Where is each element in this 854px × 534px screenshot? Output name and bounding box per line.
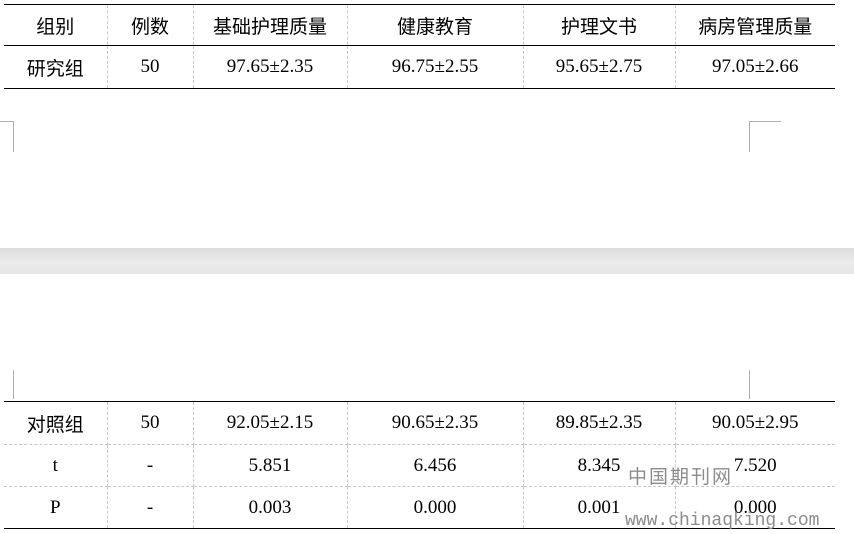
table-cell: P [4, 486, 108, 529]
header-cell-group: 组别 [4, 4, 108, 46]
table-cell: 96.75±2.55 [346, 45, 524, 89]
table-cell: 97.65±2.35 [192, 45, 348, 89]
page-break-separator [0, 248, 854, 274]
table-cell: 0.003 [192, 486, 348, 529]
table-cell: 89.85±2.35 [522, 401, 676, 445]
table-cell: 90.05±2.95 [674, 401, 835, 445]
header-cell-basic-care: 基础护理质量 [192, 4, 348, 46]
table-cell: 6.456 [346, 444, 524, 487]
data-table-top: 组别 例数 基础护理质量 健康教育 护理文书 病房管理质量 研究组 50 97.… [4, 4, 835, 89]
table-cell: - [106, 444, 194, 487]
table-cell: 0.000 [346, 486, 524, 529]
table-header-row: 组别 例数 基础护理质量 健康教育 护理文书 病房管理质量 [4, 4, 835, 46]
crop-mark [13, 370, 14, 399]
header-cell-health-education: 健康教育 [346, 4, 524, 46]
header-cell-ward-management: 病房管理质量 [674, 4, 835, 46]
crop-mark [749, 370, 750, 399]
table-cell: 90.65±2.35 [346, 401, 524, 445]
table-row: 研究组 50 97.65±2.35 96.75±2.55 95.65±2.75 … [4, 45, 835, 89]
table-row: 对照组 50 92.05±2.15 90.65±2.35 89.85±2.35 … [4, 401, 835, 445]
crop-mark [749, 121, 781, 152]
table-cell: - [106, 486, 194, 529]
table-cell: 50 [106, 45, 194, 89]
table-cell: 对照组 [4, 401, 108, 445]
watermark-url: www.chinaqking.com [625, 511, 820, 531]
table-cell: 研究组 [4, 45, 108, 89]
header-cell-cases: 例数 [106, 4, 194, 46]
crop-mark [0, 121, 14, 152]
table-cell: t [4, 444, 108, 487]
table-cell: 5.851 [192, 444, 348, 487]
table-cell: 92.05±2.15 [192, 401, 348, 445]
watermark-name: 中国期刊网 [628, 466, 734, 488]
table-cell: 95.65±2.75 [522, 45, 676, 89]
table-cell: 50 [106, 401, 194, 445]
table-cell: 97.05±2.66 [674, 45, 835, 89]
header-cell-nursing-documents: 护理文书 [522, 4, 676, 46]
